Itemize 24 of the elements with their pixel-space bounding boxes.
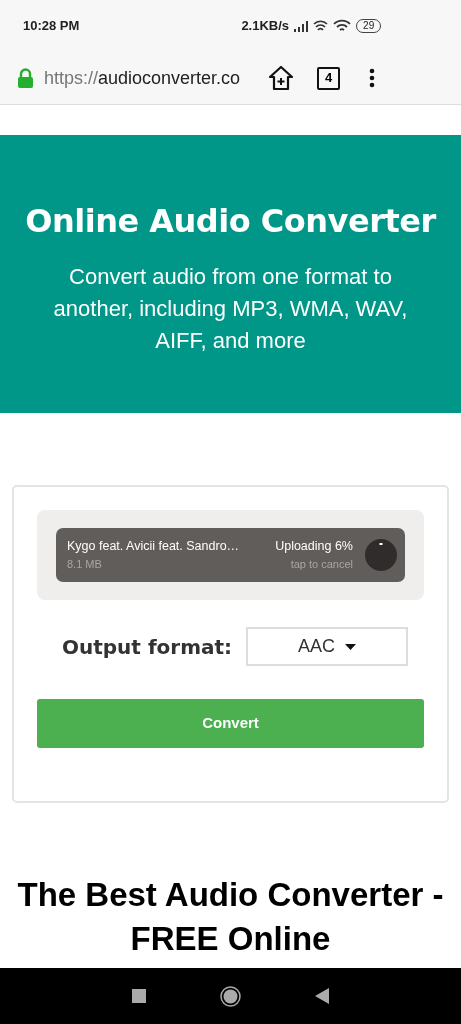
network-speed: 2.1KB/s <box>241 17 290 36</box>
address-bar[interactable]: https://audioconverter.co <box>44 64 241 92</box>
cancel-hint: tap to cancel <box>290 557 353 573</box>
home-icon[interactable] <box>220 985 241 1007</box>
status-time: 10:28 PM <box>23 17 80 36</box>
section-heading: The Best Audio Converter - FREE Online <box>16 875 445 959</box>
tab-count[interactable]: 4 <box>317 66 341 90</box>
menu-icon[interactable] <box>369 68 376 88</box>
file-size: 8.1 MB <box>67 557 102 573</box>
wifi-icon <box>333 19 352 33</box>
file-name: Kygo feat. Avicii feat. Sandro… <box>67 538 240 556</box>
upload-toast[interactable]: Kygo feat. Avicii feat. Sandro… Uploading 6% 8.1 MB tap to cancel <box>56 528 405 582</box>
signal-icon <box>294 20 309 32</box>
upload-status: Uploading 6% <box>275 538 353 556</box>
format-select[interactable]: AAC <box>246 627 409 666</box>
progress-ring <box>365 539 397 571</box>
hero-title: Online Audio Converter <box>25 201 436 241</box>
lock-icon <box>17 68 34 88</box>
hero-subtitle: Convert audio from one format to another, including MP3, WMA, WAV, AIFF, and more <box>52 263 409 355</box>
output-format-label: Output format: <box>62 633 233 661</box>
caret-icon <box>345 643 357 650</box>
back-icon[interactable] <box>315 988 329 1004</box>
home-plus-icon[interactable] <box>268 65 295 91</box>
hotspot-icon <box>313 19 329 33</box>
